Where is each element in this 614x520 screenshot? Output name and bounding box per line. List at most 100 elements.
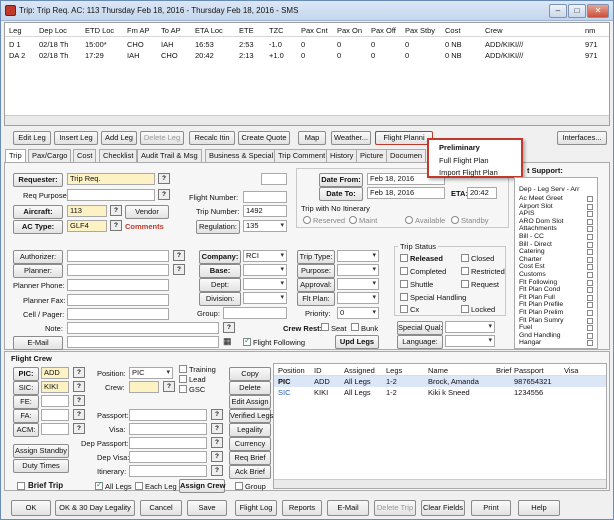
shuttle-checkbox[interactable] <box>400 280 408 288</box>
trip-type-select[interactable] <box>337 250 379 262</box>
ok-30-day-legality-button[interactable]: OK & 30 Day Legality <box>55 500 135 516</box>
lead-checkbox[interactable] <box>179 375 187 383</box>
support-item-checkbox[interactable] <box>587 294 593 301</box>
support-item-checkbox[interactable] <box>587 302 593 309</box>
create-quote-button[interactable]: Create Quote <box>238 131 290 145</box>
duty-times-button[interactable]: Duty Times <box>13 459 69 473</box>
tab-trip-comment[interactable]: Trip Comment <box>274 149 330 162</box>
clear-fields-button[interactable]: Clear Fields <box>421 500 465 516</box>
company-button[interactable]: Company: <box>199 250 241 264</box>
delete-trip-button[interactable]: Delete Trip <box>374 500 416 516</box>
regulation-button[interactable]: Regulation: <box>196 220 240 234</box>
special-qual-select[interactable] <box>445 321 495 333</box>
priority-select[interactable]: 0 <box>337 307 379 319</box>
acm-button[interactable]: ACM: <box>13 423 39 437</box>
flt-plan-button[interactable]: Flt Plan: <box>297 292 335 306</box>
fe-lookup-icon[interactable]: ? <box>73 395 85 406</box>
tab-checklist[interactable]: Checklist <box>99 149 138 162</box>
col-eta-loc[interactable]: ETA Loc <box>195 26 223 35</box>
book-icon[interactable]: ▦ <box>223 336 232 347</box>
support-item-checkbox[interactable] <box>587 279 593 286</box>
support-item-checkbox[interactable] <box>587 317 593 324</box>
menu-item-full-flight-plan[interactable]: Full Flight Plan <box>439 156 489 165</box>
close-button[interactable]: ✕ <box>587 4 609 18</box>
support-item-checkbox[interactable] <box>587 226 593 233</box>
col-assigned[interactable]: Assigned <box>344 366 375 375</box>
interfaces-button[interactable]: Interfaces... <box>557 131 607 145</box>
map-button[interactable]: Map <box>298 131 326 145</box>
crew-grid[interactable]: Position ID Assigned Legs Name Brief Pas… <box>273 363 607 489</box>
col-id[interactable]: ID <box>314 366 322 375</box>
col-visa[interactable]: Visa <box>564 366 578 375</box>
legs-grid[interactable]: Leg Dep Loc ETD Loc Fm AP To AP ETA Loc … <box>4 22 610 126</box>
regulation-select[interactable]: 135 <box>243 220 287 232</box>
req-brief-button[interactable]: Req Brief <box>229 451 271 465</box>
crew-field[interactable] <box>129 381 159 393</box>
crew-lookup-icon[interactable]: ? <box>163 381 175 392</box>
aircraft-field[interactable]: 113 <box>67 205 107 217</box>
delete-leg-button[interactable]: Delete Leg <box>140 131 184 145</box>
acm-field[interactable] <box>41 423 69 435</box>
aircraft-button[interactable]: Aircraft: <box>13 205 63 219</box>
eta-field[interactable]: 20:42 <box>467 187 497 199</box>
authorizer-field[interactable] <box>67 250 169 262</box>
maximize-button[interactable]: □ <box>568 4 586 18</box>
col-pax-on[interactable]: Pax On <box>337 26 362 35</box>
support-item-checkbox[interactable] <box>587 241 593 248</box>
tab-business-special[interactable]: Business & Special <box>205 149 278 162</box>
col-pax-cnt[interactable]: Pax Cnt <box>301 26 328 35</box>
brief-trip-checkbox[interactable] <box>17 482 25 490</box>
support-item-checkbox[interactable] <box>587 249 593 256</box>
insert-leg-button[interactable]: Insert Leg <box>54 131 98 145</box>
dep-visa-field[interactable] <box>129 451 207 463</box>
req-purpose-lookup-icon[interactable]: ? <box>158 189 170 200</box>
assign-standby-button[interactable]: Assign Standby <box>13 444 69 458</box>
base-button[interactable]: Base: <box>199 264 241 278</box>
flight-number-field[interactable] <box>243 191 287 203</box>
available-radio[interactable] <box>405 216 413 224</box>
support-item-checkbox[interactable] <box>587 310 593 316</box>
col-position[interactable]: Position <box>278 366 305 375</box>
approval-button[interactable]: Approval: <box>297 278 335 292</box>
cancel-button[interactable]: Cancel <box>140 500 182 516</box>
add-leg-button[interactable]: Add Leg <box>101 131 137 145</box>
itinerary-lookup-icon[interactable]: ? <box>211 465 223 476</box>
reserved-radio[interactable] <box>303 216 311 224</box>
standby-radio[interactable] <box>451 216 459 224</box>
dep-passport-field[interactable] <box>129 437 207 449</box>
language-select[interactable] <box>445 335 495 347</box>
purpose-button[interactable]: Purpose: <box>297 264 335 278</box>
footer-email-button[interactable]: E-Mail <box>327 500 369 516</box>
pic-field[interactable]: ADD <box>41 367 69 379</box>
col-crew[interactable]: Crew <box>485 26 503 35</box>
support-item-checkbox[interactable] <box>587 287 593 294</box>
planner-fax-field[interactable] <box>67 294 169 306</box>
col-nm[interactable]: nm <box>585 26 595 35</box>
sic-lookup-icon[interactable]: ? <box>73 381 85 392</box>
maint-radio[interactable] <box>349 216 357 224</box>
assign-crew-button[interactable]: Assign Crew <box>179 479 225 493</box>
fa-lookup-icon[interactable]: ? <box>73 409 85 420</box>
vendor-button[interactable]: Vendor <box>125 205 169 219</box>
col-legs[interactable]: Legs <box>386 366 402 375</box>
planner-phone-field[interactable] <box>67 279 169 291</box>
note-field[interactable] <box>67 322 219 334</box>
col-dep-loc[interactable]: Dep Loc <box>39 26 67 35</box>
currency-button[interactable]: Currency <box>229 437 271 451</box>
flight-log-button[interactable]: Flight Log <box>235 500 277 516</box>
table-row[interactable]: SIC KIKI All Legs 1-2 Kiki k Sneed 12345… <box>274 387 606 398</box>
pic-lookup-icon[interactable]: ? <box>73 367 85 378</box>
approval-select[interactable] <box>337 278 379 290</box>
date-to-button[interactable]: Date To: <box>319 187 363 201</box>
tab-audit-trail[interactable]: Audit Trail & Msg <box>137 149 202 162</box>
position-select[interactable]: PIC <box>129 367 173 379</box>
email-button[interactable]: E-Mail <box>13 336 63 350</box>
purpose-select[interactable] <box>337 264 379 276</box>
menu-item-preliminary[interactable]: Preliminary <box>439 143 480 152</box>
delete-crew-button[interactable]: Delete <box>229 381 271 395</box>
dept-button[interactable]: Dept: <box>199 278 241 292</box>
copy-button[interactable]: Copy <box>229 367 271 381</box>
tab-cost[interactable]: Cost <box>73 149 97 162</box>
trip-number-field[interactable]: 1492 <box>243 205 287 217</box>
visa-lookup-icon[interactable]: ? <box>211 423 223 434</box>
